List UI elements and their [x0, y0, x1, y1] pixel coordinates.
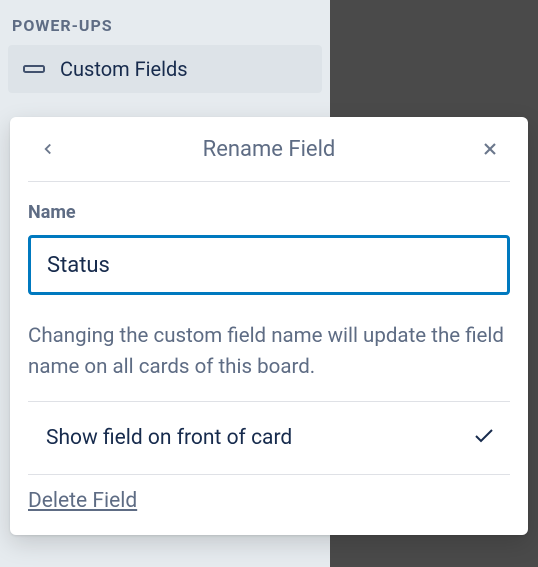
show-on-front-toggle[interactable]: Show field on front of card	[28, 402, 510, 474]
powerup-item-custom-fields[interactable]: Custom Fields	[8, 45, 322, 93]
name-label: Name	[28, 202, 510, 223]
chevron-left-icon	[39, 140, 57, 158]
name-input[interactable]	[28, 235, 510, 295]
help-text: Changing the custom field name will upda…	[28, 321, 510, 383]
modal-title: Rename Field	[28, 137, 510, 162]
divider	[28, 181, 510, 182]
delete-field-link[interactable]: Delete Field	[28, 475, 137, 517]
close-button[interactable]	[474, 133, 506, 165]
custom-fields-icon	[22, 57, 46, 81]
modal-header: Rename Field	[28, 117, 510, 181]
powerups-section: POWER-UPS Custom Fields	[0, 0, 330, 93]
show-on-front-label: Show field on front of card	[46, 426, 292, 450]
rename-field-modal: Rename Field Name Changing the custom fi…	[10, 117, 528, 535]
close-icon	[480, 139, 500, 159]
check-icon	[472, 424, 496, 452]
powerup-item-label: Custom Fields	[60, 57, 188, 81]
powerups-heading: POWER-UPS	[8, 10, 322, 45]
back-button[interactable]	[32, 133, 64, 165]
